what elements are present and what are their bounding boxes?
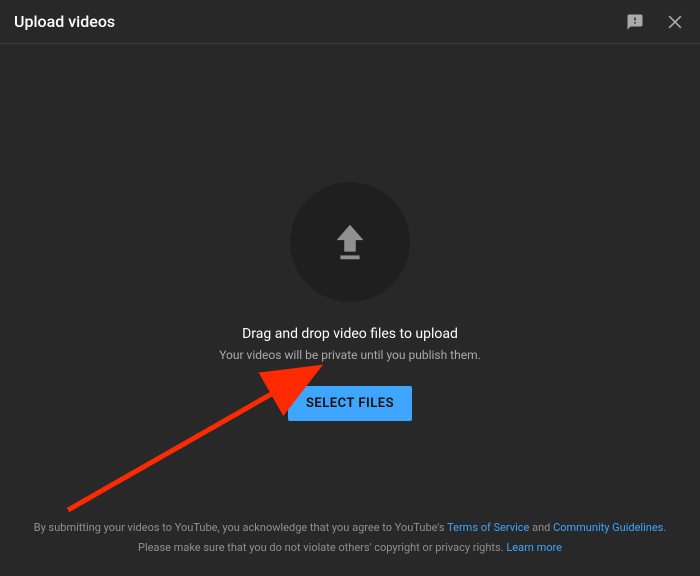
footer-line-2: Please make sure that you do not violate… — [30, 538, 670, 558]
feedback-icon[interactable] — [624, 11, 646, 33]
footer-disclaimer: By submitting your videos to YouTube, yo… — [0, 518, 700, 558]
upload-circle — [290, 182, 410, 302]
select-files-button[interactable]: SELECT FILES — [288, 386, 412, 421]
upload-arrow-icon — [327, 219, 373, 265]
header-actions — [624, 11, 686, 33]
learn-more-link[interactable]: Learn more — [506, 541, 562, 554]
dialog-header: Upload videos — [0, 0, 700, 44]
footer-line-1: By submitting your videos to YouTube, yo… — [30, 518, 670, 538]
dialog-title: Upload videos — [14, 12, 115, 31]
close-icon[interactable] — [664, 11, 686, 33]
community-guidelines-link[interactable]: Community Guidelines — [553, 521, 663, 534]
upload-area[interactable]: Drag and drop video files to upload Your… — [0, 44, 700, 519]
terms-of-service-link[interactable]: Terms of Service — [447, 521, 529, 534]
privacy-hint-text: Your videos will be private until you pu… — [219, 348, 481, 362]
drag-drop-text: Drag and drop video files to upload — [242, 326, 458, 342]
